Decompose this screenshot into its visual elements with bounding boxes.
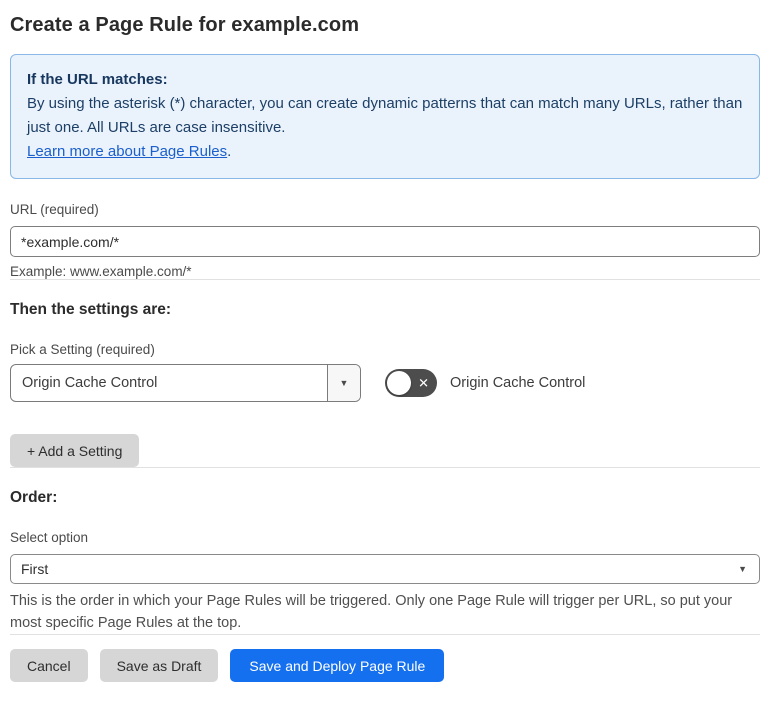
- setting-select-arrow-segment[interactable]: ▼: [327, 365, 360, 401]
- page-title: Create a Page Rule for example.com: [10, 14, 360, 36]
- save-and-deploy-button[interactable]: Save and Deploy Page Rule: [230, 649, 445, 682]
- cancel-button[interactable]: Cancel: [10, 649, 88, 682]
- pick-setting-label: Pick a Setting (required): [10, 342, 155, 357]
- chevron-down-icon: ▼: [339, 378, 349, 388]
- url-field-label: URL (required): [10, 202, 99, 217]
- divider: [10, 467, 760, 468]
- divider: [10, 279, 760, 280]
- action-button-row: Cancel Save as Draft Save and Deploy Pag…: [10, 649, 760, 682]
- learn-more-link[interactable]: Learn more about Page Rules: [27, 143, 227, 160]
- order-select-label: Select option: [10, 530, 89, 545]
- order-section-heading: Order:: [10, 489, 58, 506]
- order-helper-text: This is the order in which your Page Rul…: [10, 593, 733, 631]
- setting-select-value: Origin Cache Control: [22, 375, 158, 391]
- toggle-label: Origin Cache Control: [450, 375, 586, 391]
- setting-select[interactable]: Origin Cache Control ▼: [10, 364, 361, 402]
- order-select-value: First: [21, 561, 49, 577]
- url-input[interactable]: [10, 226, 760, 257]
- settings-section-heading: Then the settings are:: [10, 301, 172, 318]
- link-period: .: [227, 143, 232, 160]
- save-as-draft-button[interactable]: Save as Draft: [99, 649, 219, 682]
- url-match-info-box: If the URL matches: By using the asteris…: [10, 54, 760, 179]
- toggle-off-x-icon: ✕: [418, 375, 429, 391]
- info-box-heading: If the URL matches:: [27, 71, 168, 88]
- setting-row: Origin Cache Control ▼ ✕ Origin Cache Co…: [10, 364, 760, 402]
- toggle-knob: [387, 371, 411, 395]
- info-box-link-line: Learn more about Page Rules.: [27, 140, 743, 164]
- origin-cache-control-toggle[interactable]: ✕: [385, 369, 437, 397]
- order-select[interactable]: First ▼: [10, 554, 760, 584]
- divider: [10, 634, 760, 635]
- chevron-down-icon: ▼: [738, 564, 747, 574]
- add-setting-button[interactable]: + Add a Setting: [10, 434, 140, 467]
- info-box-body: By using the asterisk (*) character, you…: [27, 95, 743, 136]
- url-example-helper: Example: www.example.com/*: [10, 264, 192, 279]
